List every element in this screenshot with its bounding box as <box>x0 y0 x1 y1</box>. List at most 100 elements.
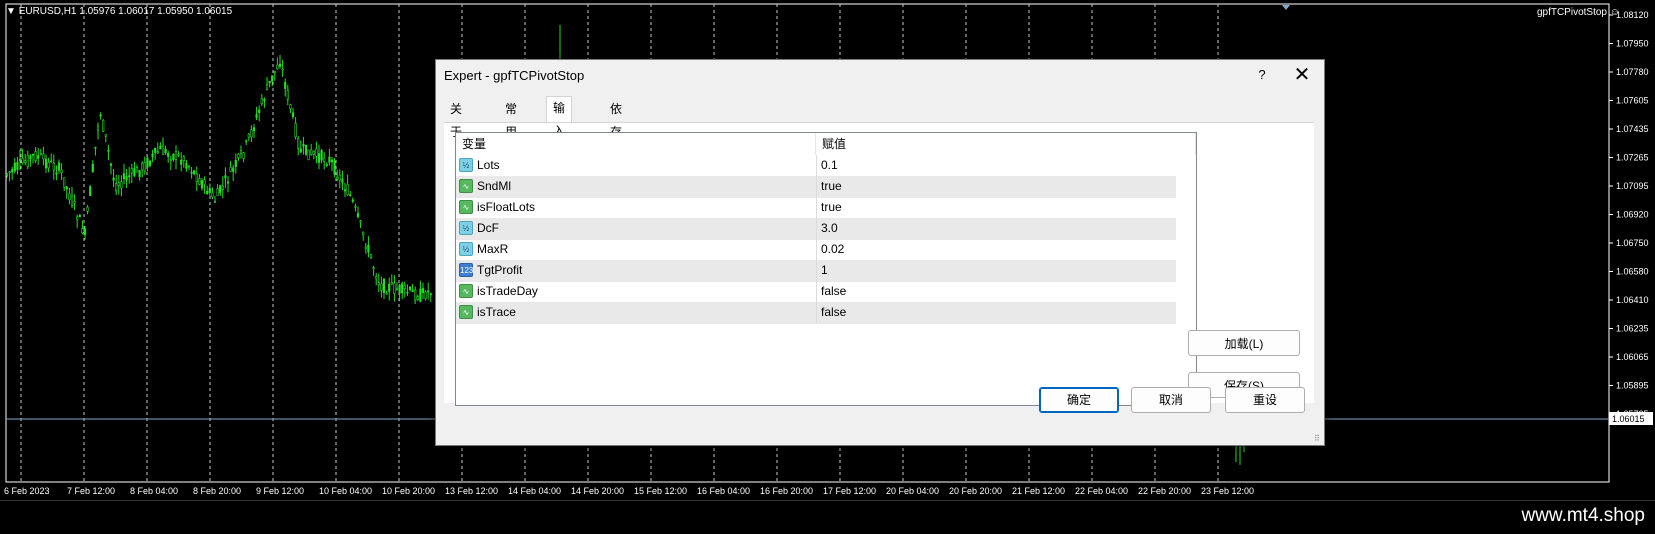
candle-body <box>421 288 425 294</box>
column-header-variable[interactable]: 变量 <box>456 133 816 155</box>
smiley-icon[interactable]: ☺ <box>1610 7 1620 18</box>
candle-body <box>252 127 256 132</box>
candle-body <box>203 179 206 185</box>
param-row[interactable]: ½ Lots 0.1 <box>456 155 1176 177</box>
candle-body <box>138 170 141 177</box>
param-row[interactable]: ½ DcF 3.0 <box>456 218 1176 240</box>
candle-body <box>86 206 89 212</box>
candle-body <box>411 289 414 293</box>
candle-body <box>211 192 214 198</box>
candle-body <box>265 84 269 90</box>
param-value[interactable]: 1 <box>817 260 1161 281</box>
tab-inputs[interactable]: 输入参数 <box>546 96 573 184</box>
bool-icon: ∿ <box>459 284 473 298</box>
resize-grip-icon[interactable]: ⠿ <box>1314 435 1322 443</box>
time-tick-label: 20 Feb 20:00 <box>949 486 1002 496</box>
param-value[interactable]: false <box>817 281 1161 302</box>
candle-body <box>5 173 9 176</box>
tab-dependencies[interactable]: 依存关系 <box>604 98 628 185</box>
candle-body <box>341 178 344 183</box>
candle-body <box>107 149 110 152</box>
param-value[interactable]: 0.02 <box>817 239 1161 260</box>
param-row[interactable]: ∿ isFloatLots true <box>456 197 1176 219</box>
tab-about[interactable]: 关于 <box>444 98 468 139</box>
time-tick-label: 10 Feb 20:00 <box>382 486 435 496</box>
candle-body <box>42 153 45 160</box>
candle-body <box>390 282 393 285</box>
candle-body <box>198 178 201 185</box>
candle-body <box>190 171 193 174</box>
time-tick-label: 8 Feb 04:00 <box>130 486 178 496</box>
candle-body <box>89 186 92 197</box>
candle-body <box>247 133 250 138</box>
param-value[interactable]: 3.0 <box>817 218 1161 239</box>
candle-body <box>317 153 321 163</box>
help-button[interactable]: ? <box>1252 64 1272 86</box>
time-tick-label: 6 Feb 2023 <box>4 486 50 496</box>
price-tick-label: 1.07950 <box>1616 39 1649 49</box>
column-header-value[interactable]: 赋值 <box>816 133 1196 155</box>
close-button[interactable]: ✕ <box>1290 64 1314 86</box>
candle-body <box>104 134 107 137</box>
param-name-cell[interactable]: ½ MaxR <box>456 239 817 260</box>
tab-common[interactable]: 常用 <box>499 98 523 139</box>
candle-body <box>304 144 308 155</box>
price-tick-label: 1.06235 <box>1616 324 1649 334</box>
candle-body <box>362 231 365 236</box>
candle-body <box>380 283 383 291</box>
param-name-cell[interactable]: ½ DcF <box>456 218 817 239</box>
candle-body <box>172 153 175 160</box>
param-row[interactable]: ½ MaxR 0.02 <box>456 239 1176 261</box>
candle-body <box>34 151 37 162</box>
ok-button[interactable]: 确定 <box>1039 387 1119 413</box>
candle-body <box>208 187 211 193</box>
param-value[interactable]: false <box>817 302 1161 323</box>
candle-body <box>291 112 295 118</box>
candle-body <box>414 289 417 301</box>
param-value[interactable]: true <box>817 197 1161 218</box>
candle-body <box>229 166 232 172</box>
candle-body <box>151 153 154 158</box>
load-button[interactable]: 加载(L) <box>1188 330 1300 356</box>
candle-body <box>232 167 235 172</box>
candle-body <box>333 160 336 175</box>
candle-body <box>13 162 16 172</box>
candle-body <box>312 150 315 155</box>
candle-body <box>297 137 300 149</box>
param-name-cell[interactable]: 123 TgtProfit <box>456 260 817 281</box>
cancel-button[interactable]: 取消 <box>1131 387 1211 413</box>
param-name-cell[interactable]: ∿ isTradeDay <box>456 281 817 302</box>
double-icon: ½ <box>459 158 473 172</box>
param-row[interactable]: ∿ isTradeDay false <box>456 281 1176 303</box>
reset-button[interactable]: 重设 <box>1225 387 1305 413</box>
param-row[interactable]: ∿ SndMl true <box>456 176 1176 198</box>
time-tick-label: 17 Feb 12:00 <box>823 486 876 496</box>
price-tick-label: 1.08120 <box>1616 10 1649 20</box>
param-name-cell[interactable]: ∿ isFloatLots <box>456 197 817 218</box>
candle-body <box>167 152 170 157</box>
param-row[interactable]: 123 TgtProfit 1 <box>456 260 1176 282</box>
param-value[interactable]: true <box>817 176 1161 197</box>
param-value[interactable]: 0.1 <box>817 155 1161 176</box>
candle-body <box>307 149 310 161</box>
candle-body <box>403 285 406 289</box>
param-name-cell[interactable]: ½ Lots <box>456 155 817 176</box>
param-name-cell[interactable]: ∿ SndMl <box>456 176 817 197</box>
param-name-cell[interactable]: ∿ isTrace <box>456 302 817 323</box>
param-row[interactable]: ∿ isTrace false <box>456 302 1176 324</box>
candle-body <box>182 156 185 162</box>
current-price-label: 1.06015 <box>1612 414 1645 424</box>
parameters-table: 变量 赋值 ½ Lots 0.1 ∿ SndMl true ∿ isFloatLots true… <box>455 132 1197 406</box>
candle-body <box>52 162 55 171</box>
time-tick-label: 10 Feb 04:00 <box>319 486 372 496</box>
candle-body <box>250 129 253 138</box>
candle-body <box>44 158 48 169</box>
time-tick-label: 9 Feb 12:00 <box>256 486 304 496</box>
candle-body <box>359 220 362 223</box>
bool-icon: ∿ <box>459 179 473 193</box>
chart-menu-arrow-icon[interactable]: ▼ <box>6 6 16 17</box>
candle-body <box>177 154 180 156</box>
param-name: MaxR <box>477 242 509 256</box>
candle-body <box>78 214 81 218</box>
candle-body <box>68 193 71 200</box>
